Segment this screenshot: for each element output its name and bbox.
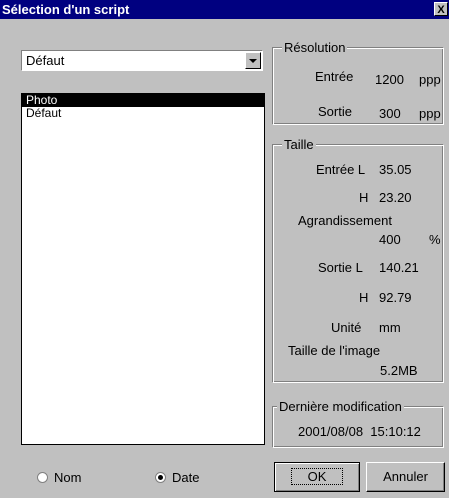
entree-h-label: H	[359, 190, 369, 205]
entree-l-label: Entrée L	[316, 162, 366, 177]
script-dropdown[interactable]: Défaut	[21, 50, 263, 71]
unite-label: Unité	[331, 320, 362, 335]
taille-group: Taille Entrée L 35.05 H 23.20 Agrandisse…	[272, 137, 444, 383]
sort-by-date-radio[interactable]: Date	[155, 470, 199, 485]
agrandissement-value: 400	[379, 232, 401, 247]
list-item[interactable]: Défaut	[22, 107, 264, 120]
unite-value: mm	[379, 320, 401, 335]
sort-by-date-label: Date	[172, 470, 200, 485]
agrandissement-label: Agrandissement	[298, 213, 392, 228]
modification-datetime: 2001/08/08 15:10:12	[298, 424, 421, 439]
sortie-l-value: 140.21	[379, 260, 419, 275]
radio-checked-icon	[155, 472, 166, 483]
resolution-entree-label: Entrée	[315, 69, 354, 84]
sort-by-nom-radio[interactable]: Nom	[37, 470, 81, 485]
resolution-sortie-value: 300	[379, 106, 401, 121]
resolution-group: Résolution Entrée 1200 ppp Sortie 300 pp…	[272, 40, 444, 125]
annuler-button[interactable]: Annuler	[366, 462, 445, 492]
modification-legend: Dernière modification	[277, 399, 404, 414]
script-list[interactable]: Photo Défaut	[21, 93, 265, 445]
sort-by-nom-label: Nom	[54, 470, 82, 485]
sort-options: Nom Date	[21, 462, 265, 492]
resolution-sortie-unit: ppp	[419, 106, 441, 121]
sortie-l-label: Sortie L	[318, 260, 363, 275]
title-bar: Sélection d'un script X	[0, 0, 449, 19]
resolution-legend: Résolution	[282, 40, 348, 55]
window-title: Sélection d'un script	[2, 2, 130, 17]
close-button[interactable]: X	[434, 2, 448, 16]
resolution-entree-unit: ppp	[419, 72, 441, 87]
agrandissement-unit: %	[429, 232, 441, 247]
taille-image-label: Taille de l'image	[288, 343, 381, 358]
modification-group: Dernière modification 2001/08/08 15:10:1…	[272, 399, 444, 448]
sortie-h-value: 92.79	[379, 290, 412, 305]
script-dropdown-value: Défaut	[26, 53, 65, 68]
radio-unchecked-icon	[37, 472, 48, 483]
sortie-h-label: H	[359, 290, 369, 305]
ok-button-label: OK	[290, 468, 344, 485]
resolution-entree-value: 1200	[375, 72, 404, 87]
taille-image-value: 5.2MB	[380, 363, 418, 378]
taille-legend: Taille	[282, 137, 316, 152]
ok-button[interactable]: OK	[274, 462, 360, 492]
entree-l-value: 35.05	[379, 162, 412, 177]
entree-h-value: 23.20	[379, 190, 412, 205]
chevron-down-icon[interactable]	[245, 52, 261, 69]
resolution-sortie-label: Sortie	[318, 104, 352, 119]
